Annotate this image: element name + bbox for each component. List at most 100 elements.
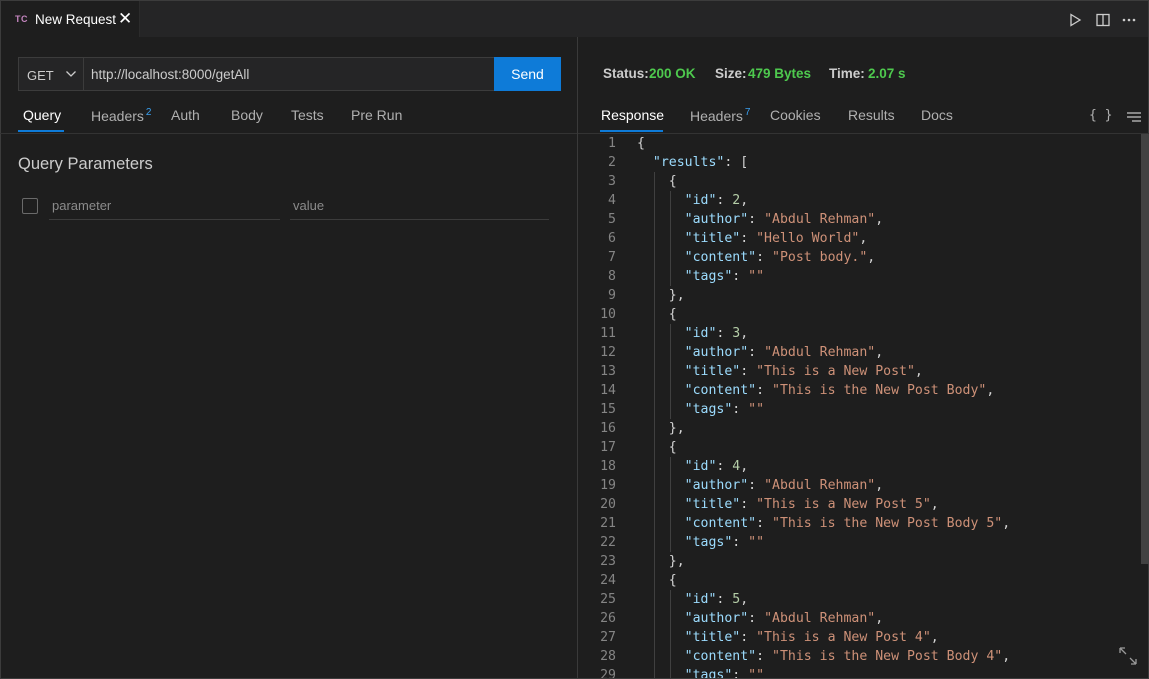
code-text: "tags": "" <box>684 269 765 284</box>
tab-title: New Request <box>35 12 117 27</box>
request-url-bar: GET http://localhost:8000/getAll Send <box>18 57 561 91</box>
code-text: "results": [ <box>652 155 749 170</box>
line-number: 3 <box>608 174 616 189</box>
line-number: 10 <box>600 307 616 322</box>
tab-label: Headers <box>91 108 144 124</box>
param-name-input[interactable]: parameter <box>49 192 280 220</box>
line-number: 12 <box>600 345 616 360</box>
code-text: "title": "Hello World", <box>684 231 868 246</box>
tab-query[interactable]: Query <box>23 107 61 123</box>
send-button[interactable]: Send <box>494 57 561 91</box>
code-text: "author": "Abdul Rehman", <box>684 345 884 360</box>
line-number: 29 <box>600 668 616 678</box>
run-icon[interactable] <box>1065 10 1085 30</box>
code-text: { <box>637 174 677 189</box>
query-parameters-title: Query Parameters <box>18 155 153 173</box>
code-text: "title": "This is a New Post 5", <box>684 497 939 512</box>
response-tabs: Response Headers 7 Cookies Results Docs {… <box>578 100 1149 134</box>
line-number: 4 <box>608 193 616 208</box>
tab-response[interactable]: Response <box>601 107 664 123</box>
tab-new-request[interactable]: TC New Request ✕ <box>1 1 140 37</box>
code-text: "title": "This is a New Post 4", <box>684 630 939 645</box>
line-number: 14 <box>600 383 616 398</box>
code-text: { <box>637 573 677 588</box>
size-value: 479 Bytes <box>748 66 812 81</box>
editor-actions <box>1065 10 1145 30</box>
format-json-button[interactable]: { } <box>1089 108 1112 123</box>
code-text: "content": "This is the New Post Body 4"… <box>684 649 1011 664</box>
line-number: 22 <box>600 535 616 550</box>
code-text: "tags": "" <box>684 668 765 678</box>
code-text: }, <box>637 421 685 436</box>
code-text: }, <box>637 554 685 569</box>
headers-count-badge: 7 <box>744 107 751 118</box>
line-number: 7 <box>608 250 616 265</box>
status-label: Status: <box>603 66 649 81</box>
active-tab-indicator <box>18 130 64 132</box>
code-text: }, <box>637 288 685 303</box>
split-editor-icon[interactable] <box>1093 10 1113 30</box>
line-number: 1 <box>608 136 616 151</box>
line-number: 15 <box>600 402 616 417</box>
line-number: 9 <box>608 288 616 303</box>
line-number: 21 <box>600 516 616 531</box>
code-text: "id": 5, <box>684 592 749 607</box>
line-number: 16 <box>600 421 616 436</box>
size-label: Size: <box>715 66 747 81</box>
tab-auth[interactable]: Auth <box>171 107 200 123</box>
tab-headers[interactable]: Headers 2 <box>91 107 151 124</box>
line-number: 2 <box>608 155 616 170</box>
line-number: 17 <box>600 440 616 455</box>
tab-response-headers[interactable]: Headers 7 <box>690 107 750 124</box>
method-value: GET <box>27 68 54 83</box>
tab-pre-run[interactable]: Pre Run <box>351 107 402 123</box>
line-number: 28 <box>600 649 616 664</box>
tab-label: Pre Run <box>351 107 403 123</box>
tab-label: Auth <box>171 107 200 123</box>
method-select[interactable]: GET <box>19 58 84 90</box>
code-text: "id": 4, <box>684 459 749 474</box>
code-text: { <box>637 307 677 322</box>
close-icon[interactable]: ✕ <box>118 9 132 29</box>
code-text: "author": "Abdul Rehman", <box>684 611 884 626</box>
code-text: "author": "Abdul Rehman", <box>684 478 884 493</box>
headers-count-badge: 2 <box>145 107 152 118</box>
line-number: 23 <box>600 554 616 569</box>
code-text: "content": "This is the New Post Body", <box>684 383 995 398</box>
code-text: "tags": "" <box>684 535 765 550</box>
tab-label: Headers <box>690 108 743 124</box>
thunder-client-icon: TC <box>15 14 28 24</box>
param-placeholder: parameter <box>52 198 112 213</box>
time-value: 2.07 s <box>868 66 906 81</box>
param-enable-checkbox[interactable] <box>22 198 38 214</box>
tab-label: Cookies <box>770 107 821 123</box>
more-actions-icon[interactable] <box>1119 10 1139 30</box>
code-text: { <box>637 440 677 455</box>
editor-tab-bar: TC New Request ✕ <box>1 1 1148 37</box>
expand-icon[interactable] <box>1118 646 1138 669</box>
line-number: 24 <box>600 573 616 588</box>
chevron-down-icon <box>65 67 77 84</box>
tab-tests[interactable]: Tests <box>291 107 324 123</box>
code-text: "title": "This is a New Post", <box>684 364 923 379</box>
editor-scrollbar[interactable] <box>1141 134 1149 564</box>
line-number: 20 <box>600 497 616 512</box>
url-input[interactable]: http://localhost:8000/getAll <box>91 67 249 82</box>
code-text: "id": 3, <box>684 326 749 341</box>
param-value-input[interactable]: value <box>290 192 549 220</box>
code-text: "content": "Post body.", <box>684 250 876 265</box>
word-wrap-icon[interactable] <box>1126 110 1142 126</box>
tab-cookies[interactable]: Cookies <box>770 107 821 123</box>
tab-label: Query <box>23 107 62 123</box>
line-number: 25 <box>600 592 616 607</box>
request-tabs: Query Headers 2 Auth Body Tests Pre Run <box>0 100 577 134</box>
response-body-editor[interactable]: 1 {2 "results": [3 {4 "id": 2, 5 "author":… <box>578 134 1140 678</box>
line-number: 8 <box>608 269 616 284</box>
tab-docs[interactable]: Docs <box>921 107 953 123</box>
tab-label: Docs <box>921 107 953 123</box>
tab-label: Tests <box>291 107 324 123</box>
tab-body[interactable]: Body <box>231 107 263 123</box>
tab-results[interactable]: Results <box>848 107 895 123</box>
code-text: "author": "Abdul Rehman", <box>684 212 884 227</box>
code-text: "tags": "" <box>684 402 765 417</box>
